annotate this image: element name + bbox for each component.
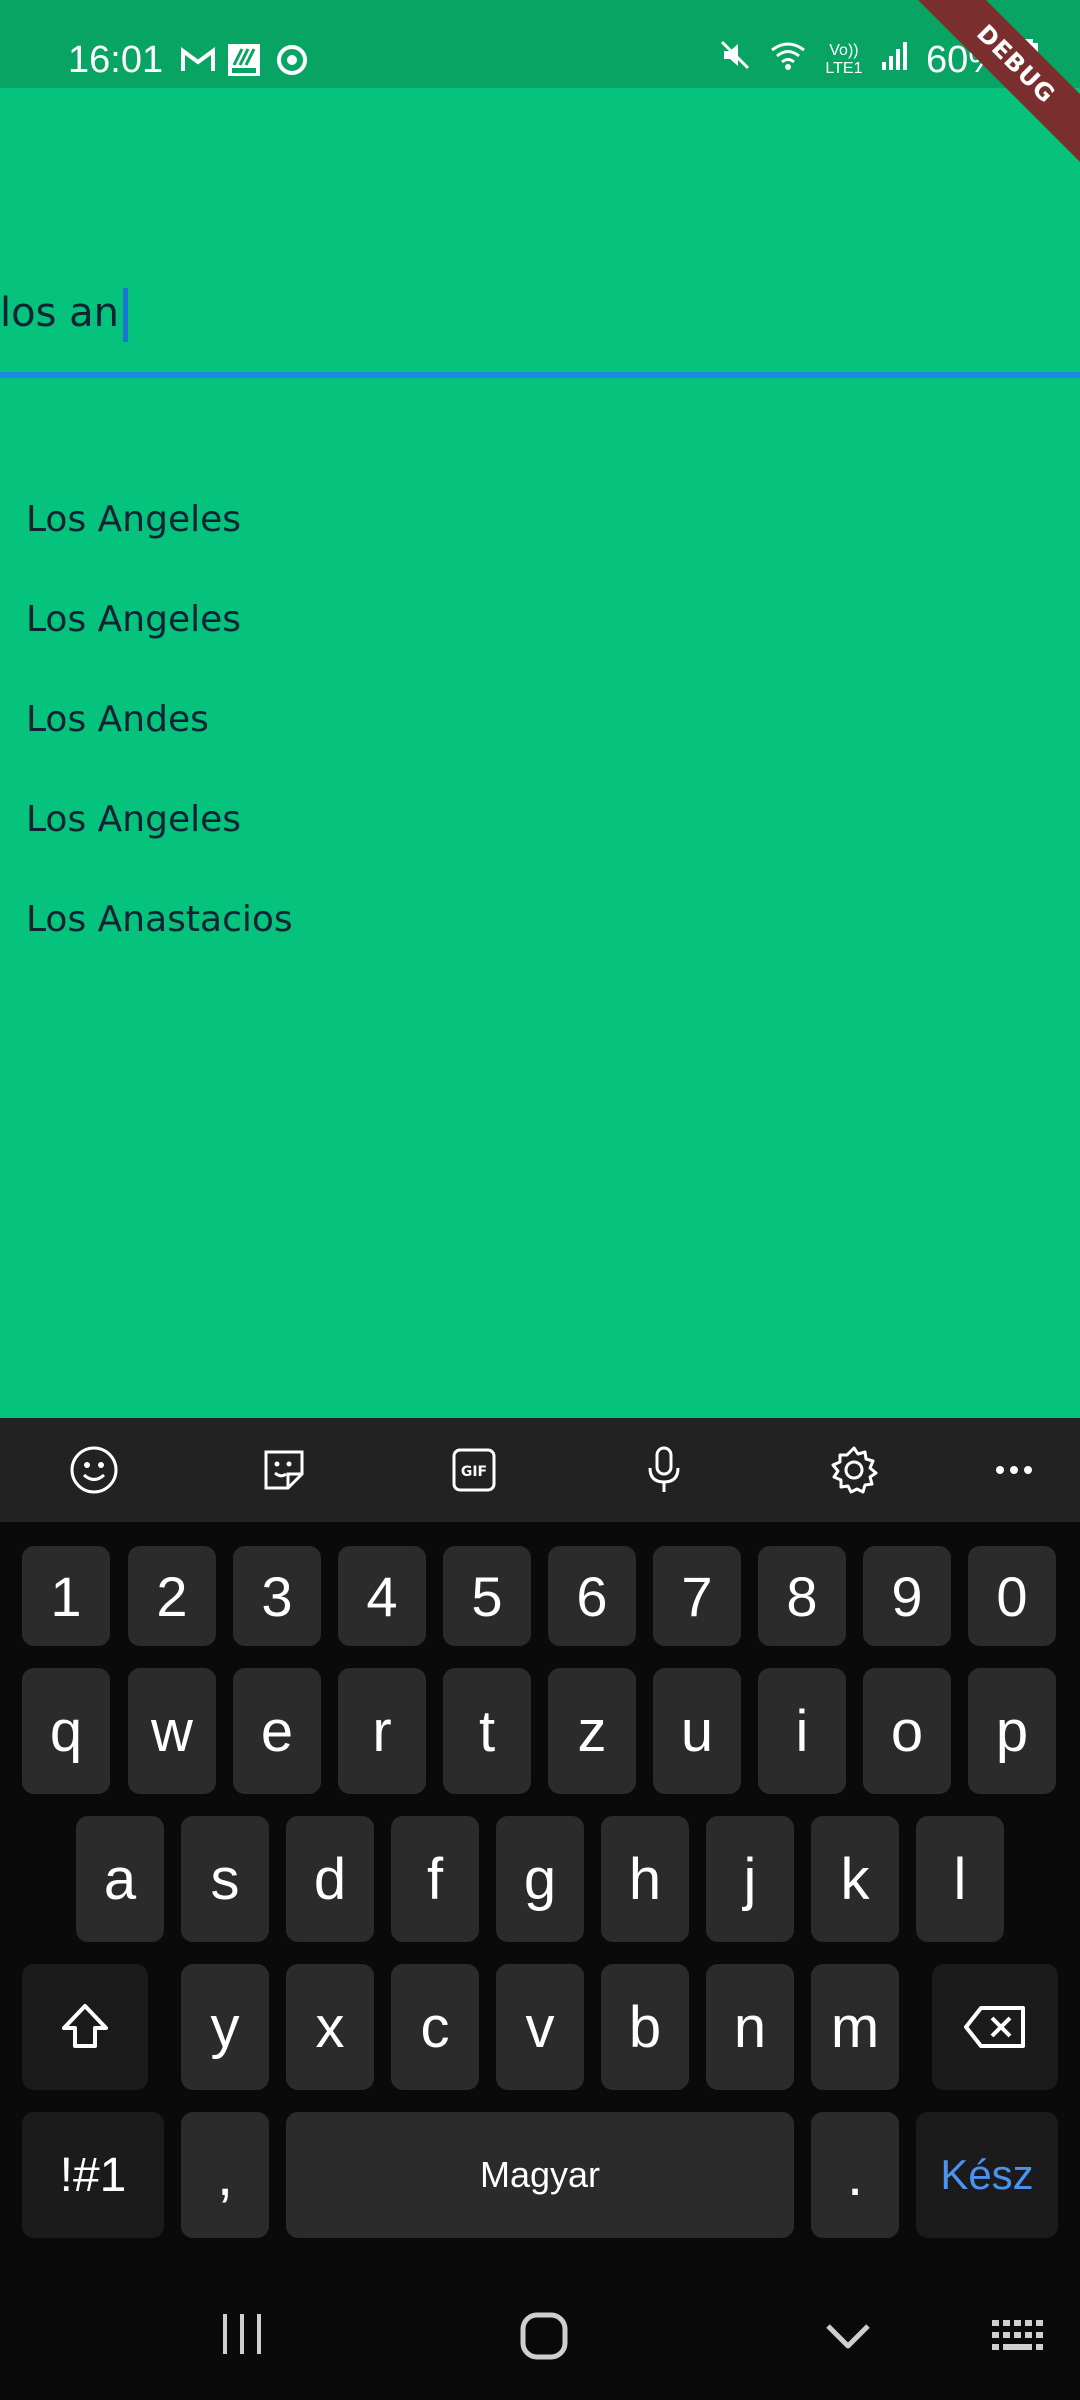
period-key[interactable]: . — [811, 2112, 899, 2238]
space-key[interactable]: Magyar — [286, 2112, 794, 2238]
key-o[interactable]: o — [863, 1668, 951, 1794]
key-f[interactable]: f — [391, 1816, 479, 1942]
key-v[interactable]: v — [496, 1964, 584, 2090]
emoji-icon[interactable] — [62, 1438, 126, 1502]
symbols-key[interactable]: !#1 — [22, 2112, 164, 2238]
key-z[interactable]: z — [548, 1668, 636, 1794]
key-b[interactable]: b — [601, 1964, 689, 2090]
search-underline — [0, 372, 1080, 378]
key-3[interactable]: 3 — [233, 1546, 321, 1646]
mute-icon — [718, 38, 752, 82]
key-e[interactable]: e — [233, 1668, 321, 1794]
backspace-icon — [964, 2006, 1025, 2048]
key-4[interactable]: 4 — [338, 1546, 426, 1646]
key-8[interactable]: 8 — [758, 1546, 846, 1646]
key-n[interactable]: n — [706, 1964, 794, 2090]
result-item[interactable]: Los Anastacios — [26, 888, 293, 988]
result-item[interactable]: Los Angeles — [26, 588, 293, 688]
results-list: Los Angeles Los Angeles Los Andes Los An… — [26, 488, 293, 988]
key-g[interactable]: g — [496, 1816, 584, 1942]
status-bar: 16:01 Vo)) LTE1 60% — [0, 0, 1080, 88]
shift-icon — [62, 2004, 108, 2048]
key-h[interactable]: h — [601, 1816, 689, 1942]
wifi-icon — [768, 38, 808, 82]
settings-icon[interactable] — [822, 1438, 886, 1502]
result-item[interactable]: Los Angeles — [26, 488, 293, 588]
key-m[interactable]: m — [811, 1964, 899, 2090]
key-k[interactable]: k — [811, 1816, 899, 1942]
key-2[interactable]: 2 — [128, 1546, 216, 1646]
key-t[interactable]: t — [443, 1668, 531, 1794]
backspace-key[interactable] — [932, 1964, 1058, 2090]
clock: 16:01 — [68, 39, 164, 81]
done-key[interactable]: Kész — [916, 2112, 1058, 2238]
gmail-icon — [178, 40, 218, 80]
key-w[interactable]: w — [128, 1668, 216, 1794]
key-0[interactable]: 0 — [968, 1546, 1056, 1646]
text-caret — [123, 288, 129, 342]
volte-icon: Vo)) LTE1 — [825, 42, 863, 77]
key-c[interactable]: c — [391, 1964, 479, 2090]
home-icon[interactable] — [518, 2310, 570, 2362]
result-item[interactable]: Los Andes — [26, 688, 293, 788]
key-7[interactable]: 7 — [653, 1546, 741, 1646]
gif-icon[interactable]: GIF — [442, 1438, 506, 1502]
recents-icon[interactable] — [218, 2312, 266, 2356]
key-p[interactable]: p — [968, 1668, 1056, 1794]
comma-key[interactable]: , — [181, 2112, 269, 2238]
key-x[interactable]: x — [286, 1964, 374, 2090]
key-s[interactable]: s — [181, 1816, 269, 1942]
key-u[interactable]: u — [653, 1668, 741, 1794]
keyboard-icon[interactable] — [990, 2318, 1050, 2354]
key-l[interactable]: l — [916, 1816, 1004, 1942]
key-9[interactable]: 9 — [863, 1546, 951, 1646]
key-6[interactable]: 6 — [548, 1546, 636, 1646]
key-d[interactable]: d — [286, 1816, 374, 1942]
sticker-icon[interactable] — [252, 1438, 316, 1502]
search-input[interactable]: los an — [0, 280, 1080, 352]
keyboard-toolbar: GIF — [0, 1418, 1080, 1522]
search-input-text: los an — [0, 290, 120, 336]
result-item[interactable]: Los Angeles — [26, 788, 293, 888]
key-q[interactable]: q — [22, 1668, 110, 1794]
svg-text:GIF: GIF — [461, 1464, 487, 1480]
aldi-icon — [226, 40, 262, 80]
key-y[interactable]: y — [181, 1964, 269, 2090]
shift-key[interactable] — [22, 1964, 148, 2090]
key-r[interactable]: r — [338, 1668, 426, 1794]
keyboard: GIF 1 2 3 4 5 6 7 8 9 0 q w e r t z u i … — [0, 1418, 1080, 2400]
key-1[interactable]: 1 — [22, 1546, 110, 1646]
signal-icon — [880, 39, 910, 82]
key-j[interactable]: j — [706, 1816, 794, 1942]
sync-icon — [272, 40, 312, 80]
key-5[interactable]: 5 — [443, 1546, 531, 1646]
back-icon[interactable] — [822, 2316, 874, 2356]
more-icon[interactable] — [982, 1438, 1046, 1502]
navigation-bar — [0, 2270, 1080, 2400]
microphone-icon[interactable] — [632, 1438, 696, 1502]
key-i[interactable]: i — [758, 1668, 846, 1794]
key-a[interactable]: a — [76, 1816, 164, 1942]
